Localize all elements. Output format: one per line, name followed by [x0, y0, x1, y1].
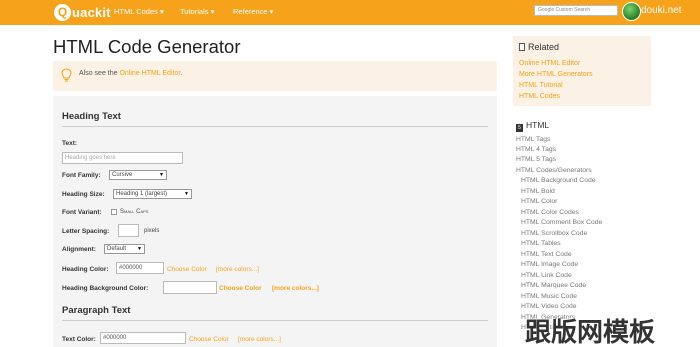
more-colors-link[interactable]: [more colors...]: [216, 266, 259, 273]
font-variant-label: Font Variant:: [62, 209, 102, 216]
related-link[interactable]: HTML Tutorial: [519, 82, 563, 89]
quackit-logo[interactable]: Q uackit: [54, 3, 111, 21]
alignment-select[interactable]: Default ▼: [104, 244, 145, 254]
sidebar-subitem[interactable]: HTML Text Code: [521, 251, 572, 258]
logo-text: uackit: [72, 4, 111, 20]
document-icon: [519, 43, 525, 51]
sidebar-subitem[interactable]: HTML Scrollbox Code: [521, 230, 587, 237]
small-caps-label: Small Caps: [120, 209, 149, 215]
heading-color-label: Heading Color:: [62, 266, 109, 273]
sidebar-subitem[interactable]: HTML Music Code: [521, 293, 577, 300]
font-family-select[interactable]: Cursive ▼: [109, 170, 167, 180]
globe-icon: [622, 2, 641, 21]
letter-spacing-label: Letter Spacing:: [62, 228, 110, 235]
paragraph-section-title: Paragraph Text: [62, 305, 131, 316]
choose-color-link[interactable]: Choose Color: [167, 266, 207, 273]
brand-right: douki.net: [641, 5, 682, 16]
divider: [62, 320, 488, 321]
lightbulb-icon: [61, 68, 72, 82]
sidebar-subitem[interactable]: HTML Comment Box Code: [521, 219, 602, 226]
paragraph-choose-color-link[interactable]: Choose Color: [189, 336, 229, 343]
chevron-down-icon: ▼: [137, 246, 142, 252]
html-sidebar-heading: 5 HTML: [516, 120, 549, 132]
sidebar-subitem[interactable]: HTML Tables: [521, 240, 561, 247]
search-input[interactable]: Google Custom Search: [534, 5, 618, 16]
nav-html-codes[interactable]: HTML Codes ▾: [114, 7, 164, 16]
related-link[interactable]: Online HTML Editor: [519, 60, 580, 67]
related-link[interactable]: More HTML Generators: [519, 71, 593, 78]
sidebar-item-html-tags[interactable]: HTML Tags: [516, 136, 550, 143]
watermark-text: 跟版网模板: [525, 318, 656, 347]
heading-bg-color-input[interactable]: [163, 281, 217, 294]
generator-form: Heading Text Text: Heading goes here Fon…: [53, 96, 497, 347]
sidebar-item-html5-tags[interactable]: HTML 5 Tags: [516, 156, 556, 163]
sidebar-subitem[interactable]: HTML Background Code: [521, 177, 596, 184]
alignment-label: Alignment:: [62, 246, 96, 253]
heading-size-label: Heading Size:: [62, 191, 105, 198]
small-caps-checkbox[interactable]: [111, 209, 117, 215]
text-label: Text:: [62, 140, 78, 147]
related-heading: Related: [519, 42, 559, 52]
sidebar-subitem[interactable]: HTML Link Code: [521, 272, 572, 279]
logo-icon: Q: [54, 3, 71, 21]
sidebar-subitem[interactable]: HTML Video Code: [521, 303, 577, 310]
sidebar-subitem[interactable]: HTML Color Codes: [521, 209, 579, 216]
sidebar-item-html-codes-generators[interactable]: HTML Codes/Generators: [516, 167, 592, 174]
text-color-input[interactable]: #000000: [100, 332, 186, 344]
tip-box: Also see the Online HTML Editor.: [53, 61, 497, 91]
letter-spacing-input[interactable]: [118, 224, 139, 237]
bg-choose-color-link[interactable]: Choose Color: [219, 285, 262, 292]
tip-text: Also see the Online HTML Editor.: [79, 70, 183, 77]
sidebar-subitem[interactable]: HTML Marquee Code: [521, 282, 586, 289]
chevron-down-icon: ▼: [184, 191, 189, 197]
chevron-down-icon: ▼: [159, 172, 164, 178]
heading-text-input[interactable]: Heading goes here: [62, 152, 183, 164]
page-title: HTML Code Generator: [53, 36, 241, 57]
sidebar-item-html4-tags[interactable]: HTML 4 Tags: [516, 146, 556, 153]
divider: [62, 126, 488, 127]
sidebar-subitem[interactable]: HTML Color: [521, 198, 557, 205]
nav-reference[interactable]: Reference ▾: [233, 7, 273, 16]
heading-bg-color-label: Heading Background Color:: [62, 285, 149, 292]
heading-size-select[interactable]: Heading 1 (largest) ▼: [113, 189, 192, 199]
heading-color-input[interactable]: #000000: [116, 262, 164, 274]
related-link[interactable]: HTML Codes: [519, 93, 560, 100]
pixels-unit: pixels: [144, 228, 160, 234]
online-html-editor-link[interactable]: Online HTML Editor: [119, 70, 180, 77]
font-family-label: Font Family:: [62, 172, 101, 179]
paragraph-more-colors-link[interactable]: [more colors...]: [238, 336, 281, 343]
sidebar-subitem[interactable]: HTML Bold: [521, 188, 555, 195]
related-box: Related Online HTML Editor More HTML Gen…: [513, 36, 651, 106]
nav-tutorials[interactable]: Tutorials ▾: [180, 7, 214, 16]
top-bar: Q uackit HTML Codes ▾ Tutorials ▾ Refere…: [0, 0, 700, 25]
text-color-label: Text Color:: [62, 336, 96, 343]
html5-icon: 5: [516, 124, 523, 132]
heading-section-title: Heading Text: [62, 111, 121, 122]
sidebar-subitem[interactable]: HTML Image Code: [521, 261, 578, 268]
bg-more-colors-link[interactable]: [more colors...]: [272, 285, 319, 292]
